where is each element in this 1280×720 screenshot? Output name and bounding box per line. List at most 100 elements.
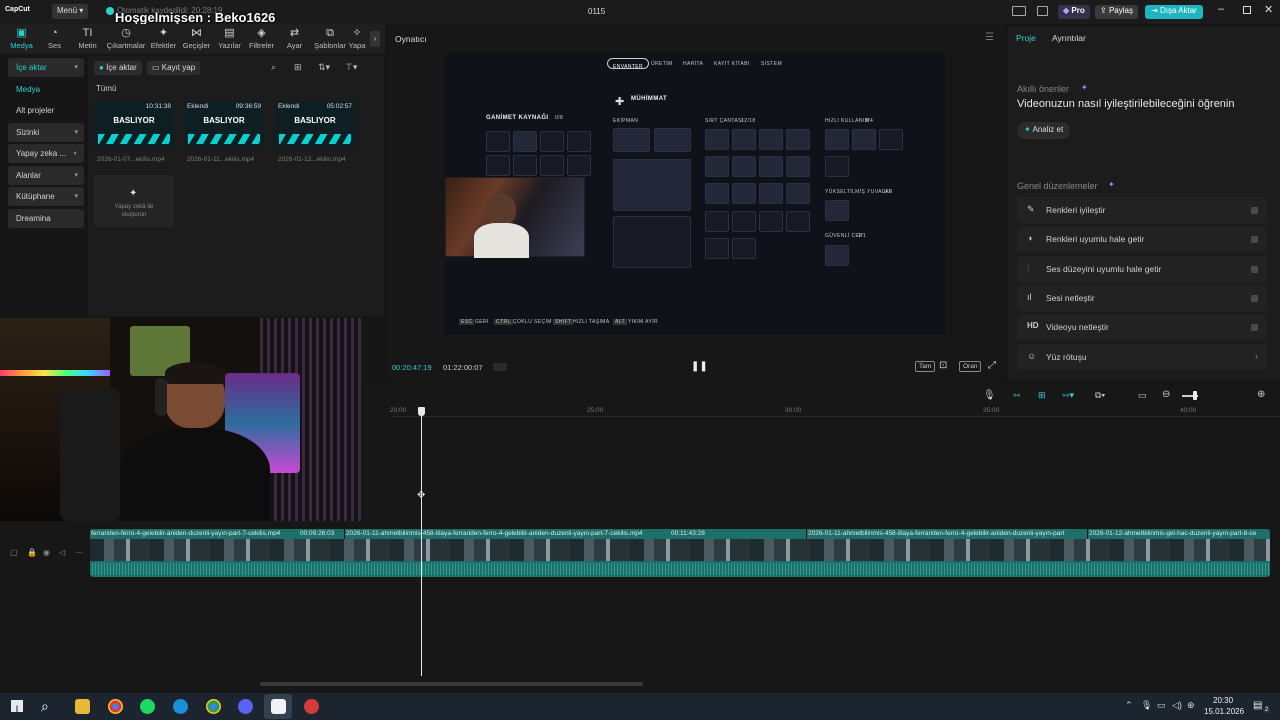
tab-stickers[interactable]: ◷ Çıkartmalar <box>107 24 146 54</box>
full-quality-button[interactable]: Tam <box>915 361 936 372</box>
option-toggle[interactable] <box>1251 295 1258 302</box>
tab-adjust[interactable]: ⇄ Ayar <box>278 24 311 54</box>
option-face-retouch[interactable]: ☺ Yüz rötuşu › <box>1017 344 1267 370</box>
network-icon[interactable]: ▭ <box>1157 700 1166 711</box>
player-menu-icon[interactable]: ☰ <box>985 32 994 43</box>
magnet-icon[interactable]: ⊞ <box>1038 390 1046 401</box>
zoom-out-icon[interactable]: ⊖ <box>1162 389 1170 400</box>
clock-time[interactable]: 20:30 <box>1213 696 1233 705</box>
snap-icon[interactable]: ⇿▾ <box>1062 390 1074 401</box>
zoom-handle[interactable] <box>1193 391 1197 400</box>
snapshot-icon[interactable]: ⊡ <box>939 360 947 371</box>
file-explorer-icon[interactable] <box>75 699 90 714</box>
language-icon[interactable]: ⊕ <box>1187 700 1195 711</box>
option-color-match[interactable]: ◑ Renkleri uyumlu hale getir <box>1017 226 1267 252</box>
option-enhance-colors[interactable]: ✎ Renkleri iyileştir <box>1017 197 1267 223</box>
mic-tray-icon[interactable]: 🎙 <box>1141 700 1152 711</box>
record-button[interactable]: ▭ Kayıt yap <box>147 61 201 75</box>
option-clean-audio[interactable]: ıl Sesi netleştir <box>1017 285 1267 311</box>
media-card[interactable]: 10:31:38 BASLIYOR <box>94 101 174 148</box>
nav-ai[interactable]: Yapay zeka ... ◐ <box>8 144 84 163</box>
tab-filters[interactable]: ◈ Filtreler <box>245 24 278 54</box>
clip[interactable]: 2026-01-11-ahmetbilinmis-458-itlaya-ferr… <box>344 529 805 539</box>
tab-templates[interactable]: ⧉ Şablonlar <box>312 24 348 54</box>
filter-icon[interactable]: ⊤▾ <box>345 62 357 73</box>
playhead[interactable] <box>421 411 422 676</box>
nav-subprojects[interactable]: Alt projeler <box>8 101 84 120</box>
nav-library[interactable]: Kütüphane ▾ <box>8 187 84 206</box>
volume-icon[interactable]: ◁) <box>1172 700 1182 711</box>
media-card[interactable]: Eklendi 09:36:59 BASLIYOR <box>184 101 264 148</box>
playhead-handle[interactable] <box>418 407 425 416</box>
video-preview[interactable]: ENVANTER ÜRETİM HARİTA KAYIT KİTABI SİST… <box>445 53 945 334</box>
zoom-in-icon[interactable]: ⊕ <box>1257 389 1265 400</box>
more-icon[interactable]: ⋯ <box>75 548 83 557</box>
clip[interactable]: 2026-01-11-ahmetbilinmis-458-itlaya-ferr… <box>806 529 1086 539</box>
tab-media[interactable]: ▣ Medya <box>5 24 38 54</box>
lock-icon[interactable]: 🔒 <box>27 548 37 557</box>
tab-project[interactable]: Proje <box>1016 33 1036 43</box>
tab-details[interactable]: Ayrıntılar <box>1052 33 1086 43</box>
option-toggle[interactable] <box>1251 266 1258 273</box>
nav-yours[interactable]: Sizinki ▾ <box>8 122 84 142</box>
pause-icon[interactable]: ❚❚ <box>691 361 708 372</box>
nav-media[interactable]: Medya <box>8 80 84 99</box>
chrome-icon[interactable] <box>108 699 123 714</box>
discord-icon[interactable] <box>238 699 253 714</box>
time-ruler[interactable]: 20:00 25:00 30:00 35:00 40:00 <box>390 405 1280 417</box>
shortcuts-icon[interactable] <box>1037 6 1048 16</box>
nav-dreamina[interactable]: Dreamina <box>8 208 84 228</box>
speaker-icon[interactable]: ◁ <box>59 548 65 557</box>
analyze-button[interactable]: ✦ Analiz et <box>1017 122 1071 139</box>
ai-create-card[interactable]: ✦ Yapay zekâ ile oluşturun <box>94 175 174 227</box>
menu-button[interactable]: Menü ▾ <box>52 4 89 19</box>
option-enhance-video[interactable]: HD Videoyu netleştir <box>1017 314 1267 340</box>
chrome-profile-icon[interactable] <box>206 699 221 714</box>
search-icon[interactable]: ⌕ <box>41 698 49 715</box>
search-icon[interactable]: ⌕ <box>271 62 276 73</box>
tab-ai[interactable]: ✧ Yapa <box>345 24 369 54</box>
pro-button[interactable]: ◆ Pro <box>1058 5 1090 19</box>
tab-text[interactable]: TI Metin <box>71 24 104 54</box>
preview-axis-icon[interactable]: ⧉▾ <box>1095 390 1105 401</box>
close-icon[interactable]: ✕ <box>1264 3 1273 16</box>
obs-icon[interactable] <box>304 699 319 714</box>
option-toggle[interactable] <box>1251 207 1258 214</box>
tab-effects[interactable]: ✦ Efektler <box>147 24 180 54</box>
nav-spaces[interactable]: Alanlar ▾ <box>8 165 84 185</box>
media-card[interactable]: Eklendi 05:02:57 BASLIYOR <box>275 101 355 148</box>
export-button[interactable]: ⇥ Dışa Aktar <box>1145 5 1203 19</box>
minimize-icon[interactable]: – <box>1218 3 1224 15</box>
microphone-icon[interactable]: 🎙 <box>983 390 996 401</box>
view-grid-icon[interactable]: ⊞ <box>294 62 302 73</box>
option-toggle[interactable] <box>1251 236 1258 243</box>
ratio-button[interactable]: Oran <box>959 361 982 372</box>
eye-icon[interactable]: ◉ <box>43 548 50 557</box>
browser-icon[interactable] <box>173 699 188 714</box>
windows-start-icon[interactable] <box>11 700 23 712</box>
import-button[interactable]: ● İçe aktar <box>94 61 142 75</box>
caption-icon[interactable]: ▭ <box>1138 390 1147 401</box>
link-icon[interactable]: ⇿ <box>1013 390 1021 401</box>
share-button[interactable]: ⇪ Paylaş <box>1095 5 1138 19</box>
nav-import[interactable]: İçe aktar ▾ <box>8 58 84 77</box>
tab-captions[interactable]: ▤ Yazılar <box>213 24 246 54</box>
chevron-right-icon[interactable]: › <box>370 31 380 47</box>
tab-audio[interactable]: ◔ Ses <box>38 24 71 54</box>
track-cover-icon[interactable]: ▢ <box>10 548 18 557</box>
layout-icon[interactable] <box>1012 6 1026 16</box>
spotify-icon[interactable] <box>140 699 155 714</box>
timecode-mode-icon[interactable] <box>493 363 507 371</box>
chevron-up-icon[interactable]: ⌃ <box>1125 700 1133 711</box>
maximize-icon[interactable] <box>1243 6 1251 14</box>
tab-transitions[interactable]: ⋈ Geçişler <box>180 24 213 54</box>
clock-date[interactable]: 15.01.2026 <box>1204 707 1244 716</box>
option-volume-match[interactable]: ⫶ Ses düzeyini uyumlu hale getir <box>1017 256 1267 282</box>
capcut-icon[interactable] <box>271 699 286 714</box>
option-toggle[interactable] <box>1251 324 1258 331</box>
sort-icon[interactable]: ⇅▾ <box>318 62 330 73</box>
clip[interactable]: 2026-01-12-ahmetbilinmis-gel-hac-duzenli… <box>1087 529 1270 539</box>
timeline-scrollbar[interactable] <box>260 682 643 686</box>
fullscreen-icon[interactable]: ⤢ <box>988 360 996 371</box>
notification-icon[interactable]: ▤ <box>1253 700 1262 711</box>
